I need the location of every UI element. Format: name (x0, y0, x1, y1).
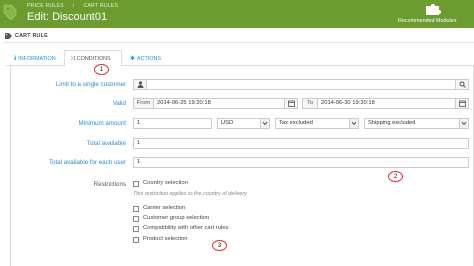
breadcrumb-cart-rules[interactable]: CART RULES (83, 3, 118, 9)
tax-value: Tax excluded (279, 120, 313, 126)
minimum-amount-label: Minimum amount (78, 120, 126, 127)
total-available-label: Total available (86, 140, 126, 147)
breadcrumb-price-rules[interactable]: PRICE RULES (27, 3, 64, 9)
tag-icon (5, 33, 12, 39)
customer-input[interactable] (146, 79, 456, 90)
chevron-down-icon (260, 119, 269, 128)
product-selection-label: Product selection (143, 236, 188, 242)
restrictions-label: Restrictions (93, 181, 126, 188)
total-per-user-label: Total available for each user (48, 159, 126, 166)
valid-from-input[interactable]: 2014-06-25 19:20:18 (153, 98, 285, 109)
page-header: PRICE RULES / CART RULES Edit: Discount01 … (0, 0, 474, 28)
carrier-selection-label: Carrier selection (143, 205, 186, 211)
annotation-marker-1: 1 (94, 64, 109, 75)
tag-logo-icon (3, 4, 17, 21)
tab-actions-label: ACTIONS (137, 56, 161, 62)
from-calendar-button[interactable] (284, 98, 298, 109)
valid-label: Valid (112, 100, 126, 107)
compat-cart-rules-label: Compatibility with other cart rules (143, 225, 229, 231)
breadcrumb: PRICE RULES / CART RULES (27, 3, 127, 9)
to-addon: To (302, 98, 318, 109)
annotation-marker-2: 2 (388, 171, 403, 182)
panel-title: CART RULE (15, 33, 48, 39)
customer-addon (133, 79, 147, 90)
total-per-user-input[interactable]: 1 (133, 157, 469, 168)
carrier-selection-checkbox[interactable] (133, 206, 139, 212)
valid-to-input[interactable]: 2014-06-30 19:20:18 (317, 98, 456, 109)
tab-information-label: INFORMATION (18, 56, 56, 62)
tab-conditions-label: CONDITIONS (76, 56, 111, 62)
limit-customer-label: Limit to a single customer (55, 81, 126, 88)
calendar-icon (458, 100, 466, 107)
country-selection-label: Country selection (143, 180, 188, 186)
tab-bar: ℹ INFORMATION ⤨ CONDITIONS ✱ ACTIONS (6, 50, 474, 67)
puzzle-icon (426, 4, 441, 15)
shipping-value: Shipping excluded (368, 120, 416, 126)
chevron-down-icon (459, 119, 468, 128)
user-icon (137, 81, 143, 88)
customer-group-checkbox[interactable] (133, 216, 139, 222)
tax-select[interactable]: Tax excluded (275, 118, 359, 129)
currency-value: USD (221, 120, 234, 126)
total-available-input[interactable]: 1 (133, 138, 469, 149)
customer-group-label: Customer group selection (143, 215, 210, 221)
customer-search-button[interactable] (455, 79, 469, 90)
tab-actions[interactable]: ✱ ACTIONS (130, 50, 161, 66)
shuffle-icon: ⤨ (70, 56, 75, 62)
to-calendar-button[interactable] (455, 98, 469, 109)
country-hint: This restriction applies to the country … (133, 191, 248, 197)
annotation-marker-3: 3 (212, 240, 227, 251)
product-selection-checkbox[interactable] (133, 237, 139, 243)
calendar-icon (287, 100, 295, 107)
minimum-amount-input[interactable]: 1 (133, 118, 212, 129)
recommended-modules-button[interactable]: Recommended Modules (394, 0, 474, 28)
compat-cart-rules-checkbox[interactable] (133, 226, 139, 232)
panel-heading: CART RULE (3, 30, 474, 43)
tab-conditions[interactable]: ⤨ CONDITIONS (64, 50, 122, 67)
tab-information[interactable]: ℹ INFORMATION (14, 50, 56, 66)
shipping-select[interactable]: Shipping excluded (364, 118, 469, 129)
actions-icon: ✱ (130, 56, 136, 62)
from-addon: From (133, 98, 154, 109)
page-title: Edit: Discount01 (27, 11, 108, 23)
search-icon (459, 81, 466, 88)
breadcrumb-separator: / (72, 3, 75, 9)
country-selection-checkbox[interactable] (133, 181, 139, 187)
chevron-down-icon (349, 119, 358, 128)
currency-select[interactable]: USD (217, 118, 270, 129)
recommended-modules-label: Recommended Modules (398, 18, 457, 24)
info-icon: ℹ (14, 56, 17, 62)
